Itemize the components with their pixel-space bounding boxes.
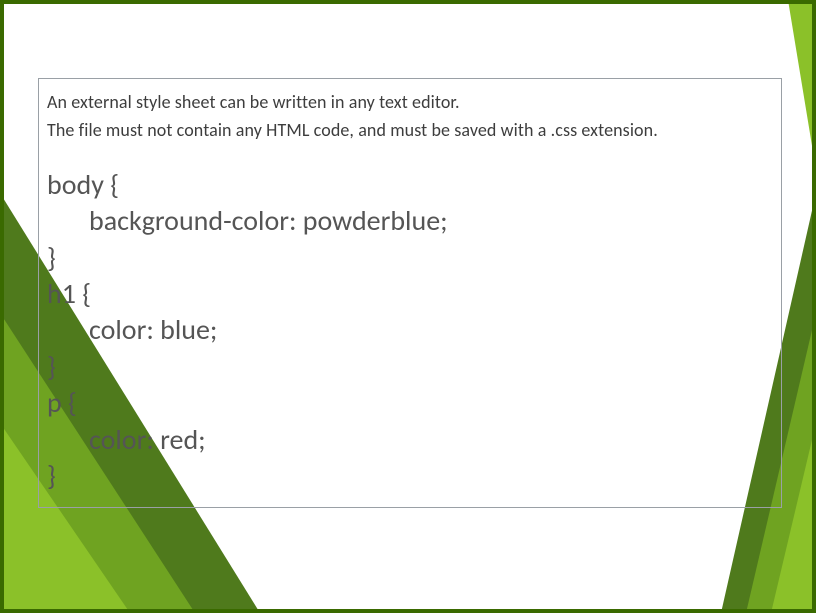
slide: An external style sheet can be written i…	[4, 4, 812, 609]
code-line: background-color: powderblue;	[47, 203, 771, 239]
code-line: h1 {	[47, 276, 771, 312]
intro-line-1: An external style sheet can be written i…	[47, 89, 771, 117]
code-line: color: blue;	[47, 312, 771, 348]
intro-line-2: The file must not contain any HTML code,…	[47, 117, 771, 145]
decor-triangle-tr	[788, 4, 812, 170]
code-line: body {	[47, 167, 771, 203]
code-line: }	[47, 349, 771, 385]
code-line: p {	[47, 385, 771, 421]
code-line: }	[47, 458, 771, 494]
slide-frame: An external style sheet can be written i…	[0, 0, 816, 613]
content-box: An external style sheet can be written i…	[38, 78, 782, 508]
code-line: }	[47, 240, 771, 276]
css-code-block: body { background-color: powderblue; } h…	[47, 167, 771, 495]
code-line: color: red;	[47, 422, 771, 458]
